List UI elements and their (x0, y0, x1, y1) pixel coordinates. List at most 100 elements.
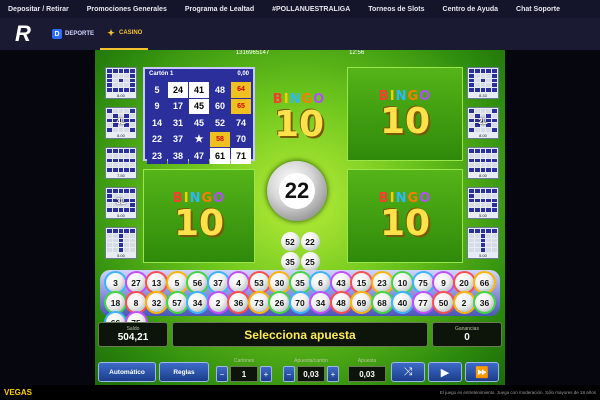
tab-deporte[interactable]: D DEPORTE (46, 18, 100, 50)
win-pattern-card: 8.00 (105, 67, 137, 99)
bingo-card-1[interactable]: Cartón 1 0,00 5 24 41 48 64 9 17 45 60 65 14 31 45 52… (143, 67, 255, 164)
tray-ball: 50 (434, 293, 453, 312)
pattern-cell (480, 198, 486, 203)
pattern-cell (486, 149, 492, 153)
pattern-cell (474, 238, 480, 243)
card-grid: 5 24 41 48 64 9 17 45 60 65 14 31 45 52 74 22 37 ★ 58 70 23 3… (147, 82, 251, 164)
pattern-cell (486, 69, 492, 73)
pattern-cell (118, 83, 124, 88)
pattern-cell (124, 168, 130, 172)
pattern-cell (118, 128, 124, 132)
play-icon[interactable]: ▶ (428, 362, 462, 382)
pattern-cell (112, 73, 118, 78)
pattern-cell (118, 153, 124, 158)
win-pattern-card: 7.50 (105, 147, 137, 179)
tab-casino[interactable]: ✦ CASINO (100, 18, 149, 50)
topnav-item[interactable]: Torneos de Slots (368, 6, 424, 13)
pattern-cell (474, 109, 480, 113)
pattern-cell (124, 189, 130, 193)
topnav-item[interactable]: Depositar / Retirar (8, 6, 69, 13)
game-status: 1316965147 12:56 (95, 50, 505, 62)
card-cell: 48 (210, 82, 230, 98)
pattern-cell (107, 238, 112, 243)
tray-ball: 70 (290, 293, 310, 312)
pattern-cell (118, 248, 124, 252)
topnav-item[interactable]: Chat Soporte (516, 6, 560, 13)
pattern-cell (492, 69, 497, 73)
tray-ball: 73 (249, 293, 269, 312)
bet-increase-button[interactable]: + (327, 366, 339, 382)
footer-promo[interactable]: VEGAS (4, 388, 32, 397)
tray-ball: 2 (454, 293, 474, 312)
bingo-number: 10 (273, 103, 325, 145)
pattern-cell (469, 153, 474, 158)
shuffle-icon[interactable]: ⤨ (391, 362, 425, 382)
tray-ball: 75 (413, 273, 433, 292)
pattern-cell (492, 248, 497, 252)
pattern-cell (486, 158, 492, 163)
pattern-cell (107, 83, 112, 88)
fast-forward-icon[interactable]: ⏩ (465, 362, 499, 382)
pattern-cell (480, 149, 486, 153)
cards-label: Cartones (233, 358, 255, 364)
pattern-cell (124, 109, 130, 113)
pattern-cell (492, 168, 497, 172)
pattern-cell (486, 88, 492, 92)
bingo-card-2[interactable]: BINGO 10 (347, 67, 463, 161)
auto-button[interactable]: Automático (98, 362, 156, 382)
pattern-cell (130, 168, 135, 172)
total-bet-control: Apuesta 0,03 (346, 358, 388, 382)
pattern-cell (124, 238, 130, 243)
bingo10-logo-main: BINGO 10 (263, 82, 335, 152)
pattern-cell (469, 189, 474, 193)
pattern-cell (492, 88, 497, 92)
pattern-cell (118, 149, 124, 153)
topnav-item[interactable]: Promociones Generales (87, 6, 167, 13)
cards-control: Cartones − 1 + (212, 358, 276, 382)
pattern-payout: 5.00 (117, 252, 125, 258)
pattern-cell (480, 168, 486, 172)
topnav-item[interactable]: Centro de Ayuda (443, 6, 499, 13)
pattern-cell (486, 248, 492, 252)
bingo-card-3[interactable]: BINGO 10 (143, 169, 255, 263)
topnav-item[interactable]: #POLLANUESTRALIGA (272, 6, 350, 13)
pattern-cell (124, 208, 130, 212)
pattern-cell (486, 109, 492, 113)
pattern-cell (112, 109, 118, 113)
pattern-cell (480, 243, 486, 248)
card-cell: 45 (189, 98, 209, 114)
card-cell: 22 (147, 131, 167, 147)
pattern-cell (112, 128, 118, 132)
card-cell: 31 (168, 115, 188, 131)
pattern-cell (118, 233, 124, 238)
card-cell: 64 (231, 82, 251, 98)
cards-decrease-button[interactable]: − (216, 366, 228, 382)
tray-ball: 20 (454, 273, 474, 292)
rules-button[interactable]: Reglas (159, 362, 209, 382)
pattern-cell (469, 78, 474, 83)
pattern-cell (486, 128, 492, 132)
card-cell: 52 (210, 115, 230, 131)
pattern-cell (118, 208, 124, 212)
pattern-cell (112, 189, 118, 193)
bingo-card-4[interactable]: BINGO 10 (347, 169, 463, 263)
pattern-cell (112, 243, 118, 248)
pattern-cell (480, 78, 486, 83)
cards-increase-button[interactable]: + (260, 366, 272, 382)
site-logo[interactable]: R (0, 18, 46, 50)
pattern-cell (118, 243, 124, 248)
card-cell: 71 (231, 148, 251, 164)
pattern-cell (124, 69, 130, 73)
footer: VEGAS El juego es entretenimiento. Juega… (0, 385, 600, 400)
pattern-label: 4L (116, 117, 126, 126)
pattern-cell (469, 149, 474, 153)
pattern-cell (469, 88, 474, 92)
pattern-cell (474, 193, 480, 198)
pattern-cell (118, 158, 124, 163)
topnav-item[interactable]: Programa de Lealtad (185, 6, 254, 13)
card-cell: 14 (147, 115, 167, 131)
bet-decrease-button[interactable]: − (283, 366, 295, 382)
pattern-cell (130, 208, 135, 212)
pattern-cell (130, 158, 135, 163)
pattern-cell (474, 243, 480, 248)
